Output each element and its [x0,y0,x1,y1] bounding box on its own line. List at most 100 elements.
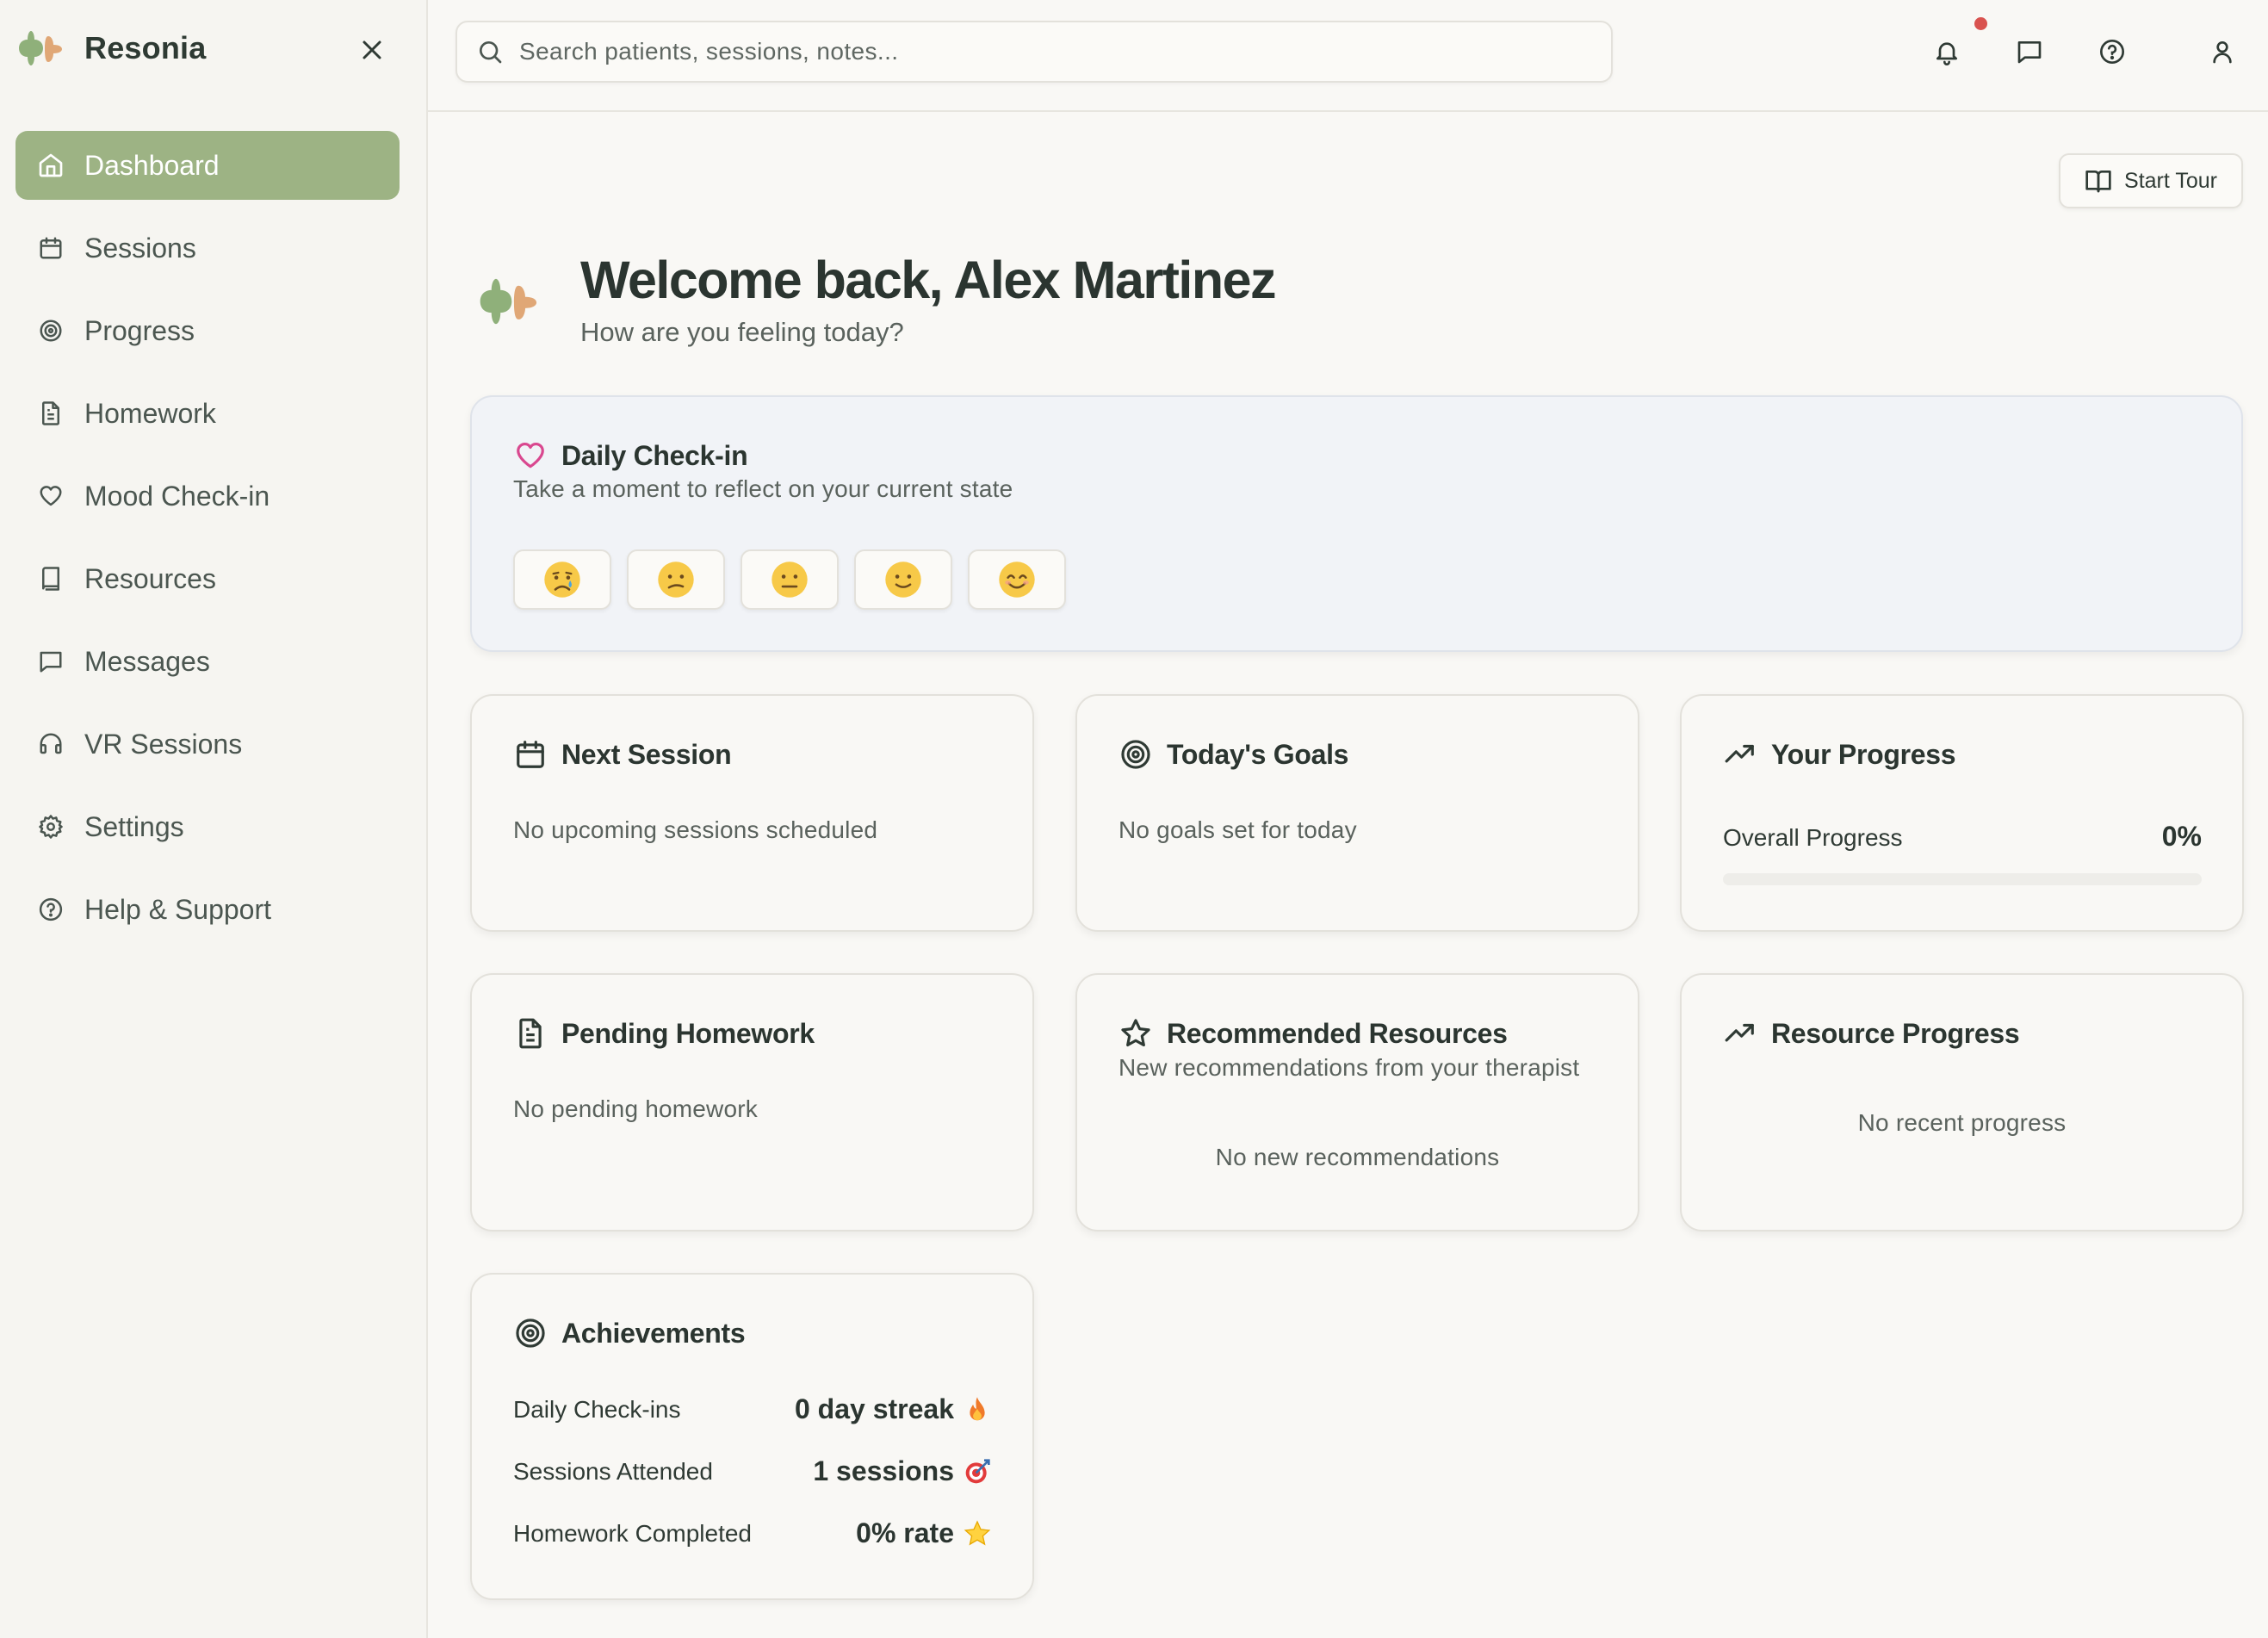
target-icon [513,1316,548,1350]
profile-button[interactable] [2202,31,2243,72]
top-bar [428,0,2268,112]
document-icon [36,399,65,428]
card-subtitle: Take a moment to reflect on your current… [513,475,1013,502]
empty-state-text: No pending homework [513,1095,758,1122]
messages-button[interactable] [2009,31,2050,72]
help-button[interactable] [2091,31,2133,72]
mood-button-neutral[interactable] [741,549,839,610]
mood-button-crying[interactable] [513,549,611,610]
open-book-icon [2085,171,2111,193]
card-header: Pending Homework [513,1016,815,1051]
empty-state-text: No upcoming sessions scheduled [513,816,878,843]
mood-button-slightly-smiling[interactable] [854,549,952,610]
sidebar-item-label: Mood Check-in [84,480,270,512]
chat-icon [2017,41,2042,64]
sidebar-item-label: Messages [84,645,210,677]
sidebar-item-settings[interactable]: Settings [15,792,400,861]
mood-button-smiling[interactable] [968,549,1066,610]
empty-state-text: No new recommendations [1215,1144,1500,1170]
achievement-value-group: 0% rate [856,1517,992,1549]
sidebar-item-label: Dashboard [84,149,220,181]
card-title: Daily Check-in [561,439,748,471]
card-header: Recommended Resources [1119,1016,1508,1051]
next-session-card: Next Session No upcoming sessions schedu… [470,694,1034,932]
card-header: Daily Check-in [513,438,748,473]
home-icon [36,151,65,180]
smiling-face-icon [999,562,1035,598]
confused-face-icon [658,562,694,598]
neutral-face-icon [771,562,808,598]
target-icon [1119,737,1153,772]
brand[interactable]: Resonia [17,26,206,71]
start-tour-button[interactable]: Start Tour [2059,153,2243,208]
trending-up-icon [1723,737,1757,772]
app-name: Resonia [84,30,207,65]
crying-face-icon [544,562,580,598]
sidebar-item-sessions[interactable]: Sessions [15,214,400,282]
sidebar-item-messages[interactable]: Messages [15,627,400,696]
achievement-label: Sessions Attended [513,1457,713,1485]
progress-label: Overall Progress [1723,824,1903,851]
achievement-value-group: 0 day streak [795,1393,992,1425]
resource-progress-card: Resource Progress No recent progress [1680,973,2244,1232]
empty-state-text: No recent progress [1857,1109,2067,1136]
mood-options [513,549,1081,610]
card-title: Your Progress [1771,738,1956,770]
pending-homework-card: Pending Homework No pending homework [470,973,1034,1232]
sidebar-item-progress[interactable]: Progress [15,296,400,365]
search-icon [480,41,502,64]
fire-icon [963,1395,992,1424]
achievement-value: 0 day streak [794,1393,954,1424]
card-header: Today's Goals [1119,737,1348,772]
sidebar-item-homework[interactable]: Homework [15,379,400,448]
card-title: Recommended Resources [1167,1017,1508,1049]
page-subtitle: How are you feeling today? [580,317,904,347]
achievement-row-homework: Homework Completed 0% rate [513,1517,992,1549]
bullseye-icon [963,1457,992,1486]
document-icon [513,1016,548,1051]
calendar-icon [513,737,548,772]
sidebar-item-help-support[interactable]: Help & Support [15,875,400,944]
slightly-smiling-face-icon [885,562,921,598]
heart-icon [513,438,548,473]
app: Resonia Dashboard Sessions Progress Home… [0,0,2268,1638]
notifications-button[interactable] [1926,31,1967,72]
sidebar-nav: Dashboard Sessions Progress Homework Moo… [15,131,400,958]
heart-icon [36,481,65,511]
search-input[interactable] [519,38,1552,65]
close-sidebar-button[interactable] [351,29,393,71]
star-icon [963,1519,992,1548]
sidebar-item-dashboard[interactable]: Dashboard [15,131,400,200]
search-bar[interactable] [455,21,1613,83]
book-icon [36,564,65,593]
help-icon [36,895,65,924]
sidebar-item-label: Resources [84,562,216,594]
target-icon [36,316,65,345]
achievement-label: Homework Completed [513,1519,752,1547]
close-icon [363,40,381,59]
card-subtitle: New recommendations from your therapist [1119,1054,1580,1081]
mood-button-confused[interactable] [627,549,725,610]
your-progress-card: Your Progress Overall Progress 0% [1680,694,2244,932]
card-title: Today's Goals [1167,738,1349,770]
sidebar-item-label: Homework [84,397,216,429]
card-header: Next Session [513,737,732,772]
achievement-row-checkins: Daily Check-ins 0 day streak [513,1393,992,1425]
start-tour-label: Start Tour [2124,168,2217,193]
gear-icon [36,812,65,841]
recommended-resources-card: Recommended Resources New recommendation… [1075,973,1639,1232]
sidebar-item-mood-checkin[interactable]: Mood Check-in [15,462,400,530]
daily-checkin-card: Daily Check-in Take a moment to reflect … [470,395,2243,652]
sidebar-item-resources[interactable]: Resources [15,544,400,613]
achievements-card: Achievements Daily Check-ins 0 day strea… [470,1273,1034,1600]
card-header: Resource Progress [1723,1016,2020,1051]
sidebar-item-vr-sessions[interactable]: VR Sessions [15,710,400,779]
user-icon [2213,41,2232,64]
sidebar-item-label: Sessions [84,232,196,264]
card-title: Resource Progress [1771,1017,2020,1049]
page-title: Welcome back, Alex Martinez [580,251,1277,309]
todays-goals-card: Today's Goals No goals set for today [1075,694,1639,932]
star-icon [1119,1016,1153,1051]
sidebar-item-label: Help & Support [84,893,272,925]
notification-dot [1974,17,1987,30]
